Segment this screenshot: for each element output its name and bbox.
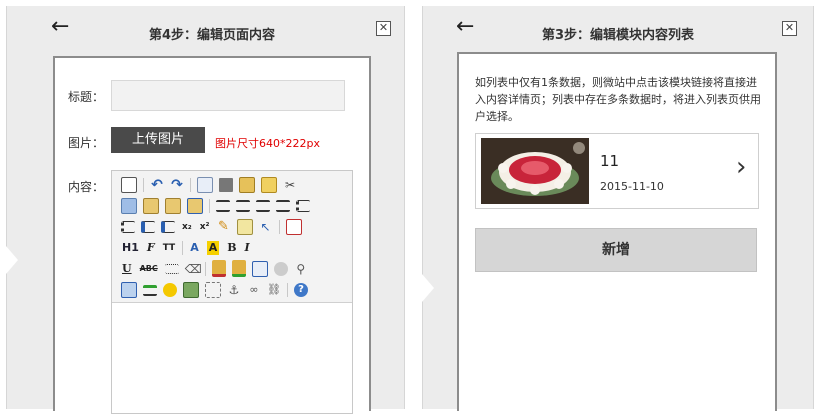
print-icon[interactable] [219,177,233,192]
template-icon[interactable] [239,176,255,193]
item-thumbnail [481,138,589,204]
close-icon[interactable]: ✕ [782,21,797,36]
unordered-list-icon[interactable] [121,220,135,233]
font-color-icon[interactable]: A [190,241,199,255]
insert-hr-icon[interactable] [143,285,157,296]
list-item[interactable]: 11 2015-11-10 › [475,133,759,209]
toolbar-separator [182,240,184,255]
item-date: 2015-11-10 [600,180,664,193]
align-center-icon[interactable] [236,200,250,212]
toolbar-separator [209,198,210,213]
back-arrow-icon[interactable]: ← [456,16,474,38]
select-all-icon[interactable] [236,218,253,235]
paste-text-icon[interactable] [165,197,181,214]
outdent-icon[interactable] [161,220,175,233]
insert-row-below-icon[interactable] [231,260,246,277]
highlight-color-icon[interactable]: A [206,240,220,255]
unlink-icon[interactable]: ⛓ [267,283,281,297]
insert-row-above-icon[interactable] [211,260,226,277]
horizontal-rule-icon[interactable] [164,264,179,274]
rich-text-editor: ↶ ↷ ✂ x₂ x² ✎ ↖ H1 F TT A A B I U ABC ⌫ … [111,170,353,414]
toolbar-separator [278,219,280,234]
toolbar-separator [190,177,191,192]
preview-icon[interactable] [197,176,213,193]
underline-icon[interactable]: U [122,262,132,276]
chevron-right-icon: › [736,152,747,182]
food-image-icon [481,138,589,204]
upload-image-button[interactable]: 上传图片 [111,127,205,153]
subscript-icon[interactable]: x₂ [182,220,192,234]
align-left-icon[interactable] [216,200,230,212]
flash-icon[interactable] [273,261,288,276]
heading-icon[interactable]: H1 [122,241,139,255]
panel-notch [422,274,434,302]
list-description: 如列表中仅有1条数据，则微站中点击该模块链接将直接进入内容详情页；列表中存在多条… [475,76,761,123]
close-icon[interactable]: ✕ [376,21,391,36]
ordered-list-icon[interactable] [296,199,310,212]
paste-word-icon[interactable] [187,197,203,214]
edit-page-content: 标题： 图片： 上传图片 图片尺寸640*222px 内容： ↶ ↷ ✂ x₂ … [53,56,371,414]
paste-icon[interactable] [143,197,159,214]
indent-icon[interactable] [141,220,155,233]
undo-icon[interactable]: ↶ [150,178,164,192]
anchor-icon[interactable]: ⚓ [227,283,241,297]
content-field-label: 内容： [68,180,105,194]
clear-format-icon[interactable]: ✎ [217,219,231,234]
step3-panel: ← 第3步：编辑模块内容列表 ✕ 如列表中仅有1条数据，则微站中点击该模块链接将… [422,6,814,411]
title-field-label: 标题： [68,90,105,104]
step3-title: 第3步：编辑模块内容列表 [541,28,695,43]
link-icon[interactable]: ∞ [247,283,261,297]
item-number: 11 [600,152,620,170]
table-icon[interactable] [121,281,137,298]
bold-icon[interactable]: B [227,241,236,255]
editor-toolbar: ↶ ↷ ✂ x₂ x² ✎ ↖ H1 F TT A A B I U ABC ⌫ … [112,171,352,303]
help-icon[interactable]: ? [294,282,308,297]
step4-title: 第4步：编辑页面内容 [148,28,276,43]
toolbar-separator [143,177,144,192]
toolbar-separator [287,282,288,297]
strikethrough-icon[interactable]: ABC [140,262,158,276]
redo-icon[interactable]: ↷ [170,178,184,192]
superscript-icon[interactable]: x² [200,220,210,234]
source-icon[interactable] [121,176,137,193]
editor-body[interactable] [112,303,352,413]
image-field-label: 图片： [68,136,105,150]
font-family-icon[interactable]: F [147,241,155,255]
title-input[interactable] [111,80,345,111]
font-size-icon[interactable]: TT [163,241,176,255]
copy-icon[interactable] [121,197,137,214]
code-icon[interactable] [261,176,277,193]
insert-link-icon[interactable] [251,260,268,277]
align-right-icon[interactable] [256,200,270,212]
align-justify-icon[interactable] [276,200,290,212]
module-content-list: 如列表中仅有1条数据，则微站中点击该模块链接将直接进入内容详情页；列表中存在多条… [457,52,777,411]
add-button[interactable]: 新增 [475,228,757,272]
emoticon-icon[interactable] [163,282,177,297]
cut-icon[interactable]: ✂ [283,178,297,192]
page-break-icon[interactable] [205,281,221,298]
image-icon[interactable] [183,281,199,298]
attachment-icon[interactable]: ⚲ [294,262,308,276]
fullscreen-icon[interactable] [285,218,302,235]
pointer-icon[interactable]: ↖ [259,220,273,234]
panel-notch [6,246,18,274]
step4-panel: ← 第4步：编辑页面内容 ✕ 标题： 图片： 上传图片 图片尺寸640*222p… [6,6,405,414]
image-size-hint: 图片尺寸640*222px [215,137,320,150]
italic-icon[interactable]: I [245,241,250,255]
eraser-icon[interactable]: ⌫ [185,262,202,276]
toolbar-separator [204,261,206,276]
